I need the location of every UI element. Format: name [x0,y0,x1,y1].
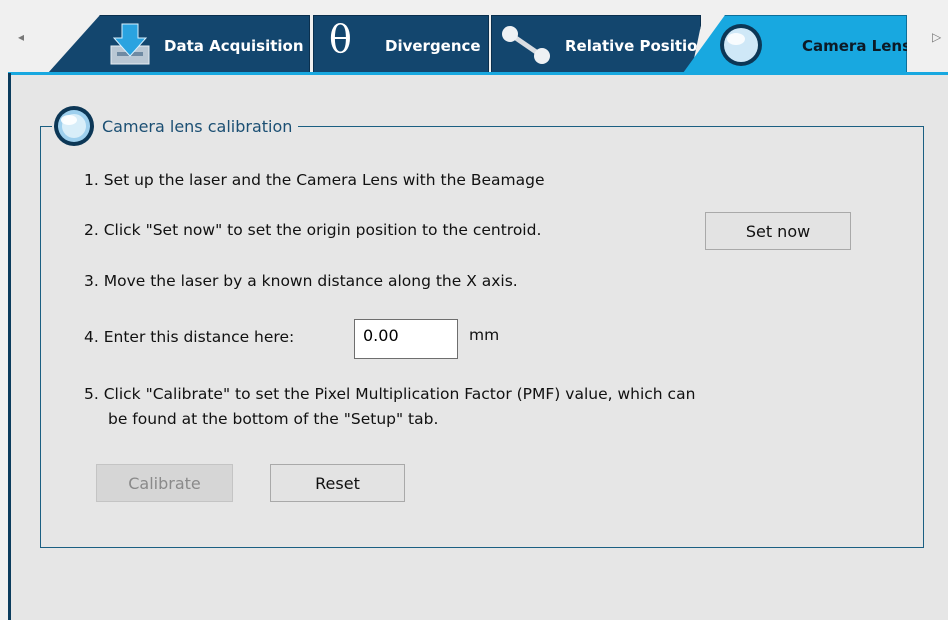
step-4-text: 4. Enter this distance here: [84,328,295,346]
group-title: Camera lens calibration [102,116,293,136]
tab-strip: ◂ Data Acquisition θ Divergence Relative… [0,0,948,73]
tab-label: Divergence [385,37,481,55]
tab-label: Camera Lens [802,37,912,55]
tab-label: Data Acquisition [164,37,304,55]
calibrate-button[interactable]: Calibrate [96,464,233,502]
step-1-text: 1. Set up the laser and the Camera Lens … [84,171,545,189]
group-header: Camera lens calibration [52,104,299,148]
step-5-text-line2: be found at the bottom of the "Setup" ta… [108,410,439,428]
tab-label: Relative Position [565,37,709,55]
distance-input[interactable]: 0.00 [354,319,458,359]
left-edge-bar [8,73,11,620]
set-now-button[interactable]: Set now [705,212,851,250]
tab-relative-position[interactable]: Relative Position [491,15,701,73]
theta-icon: θ [329,17,352,61]
reset-button[interactable]: Reset [270,464,405,502]
tab-camera-lens[interactable]: Camera Lens [683,15,907,73]
download-icon [110,23,150,65]
tab-data-acquisition[interactable]: Data Acquisition [48,15,310,73]
tab-divergence[interactable]: θ Divergence [313,15,489,73]
lens-icon [720,24,762,66]
tab-scroll-right-icon[interactable]: ▷ [932,30,941,44]
step-5-text-line1: 5. Click "Calibrate" to set the Pixel Mu… [84,385,696,403]
tab-scroll-left-icon[interactable]: ◂ [18,30,24,44]
position-icon [498,22,554,68]
lens-icon [54,106,94,146]
step-2-text: 2. Click "Set now" to set the origin pos… [84,221,542,239]
step-3-text: 3. Move the laser by a known distance al… [84,272,518,290]
distance-unit: mm [469,326,500,344]
